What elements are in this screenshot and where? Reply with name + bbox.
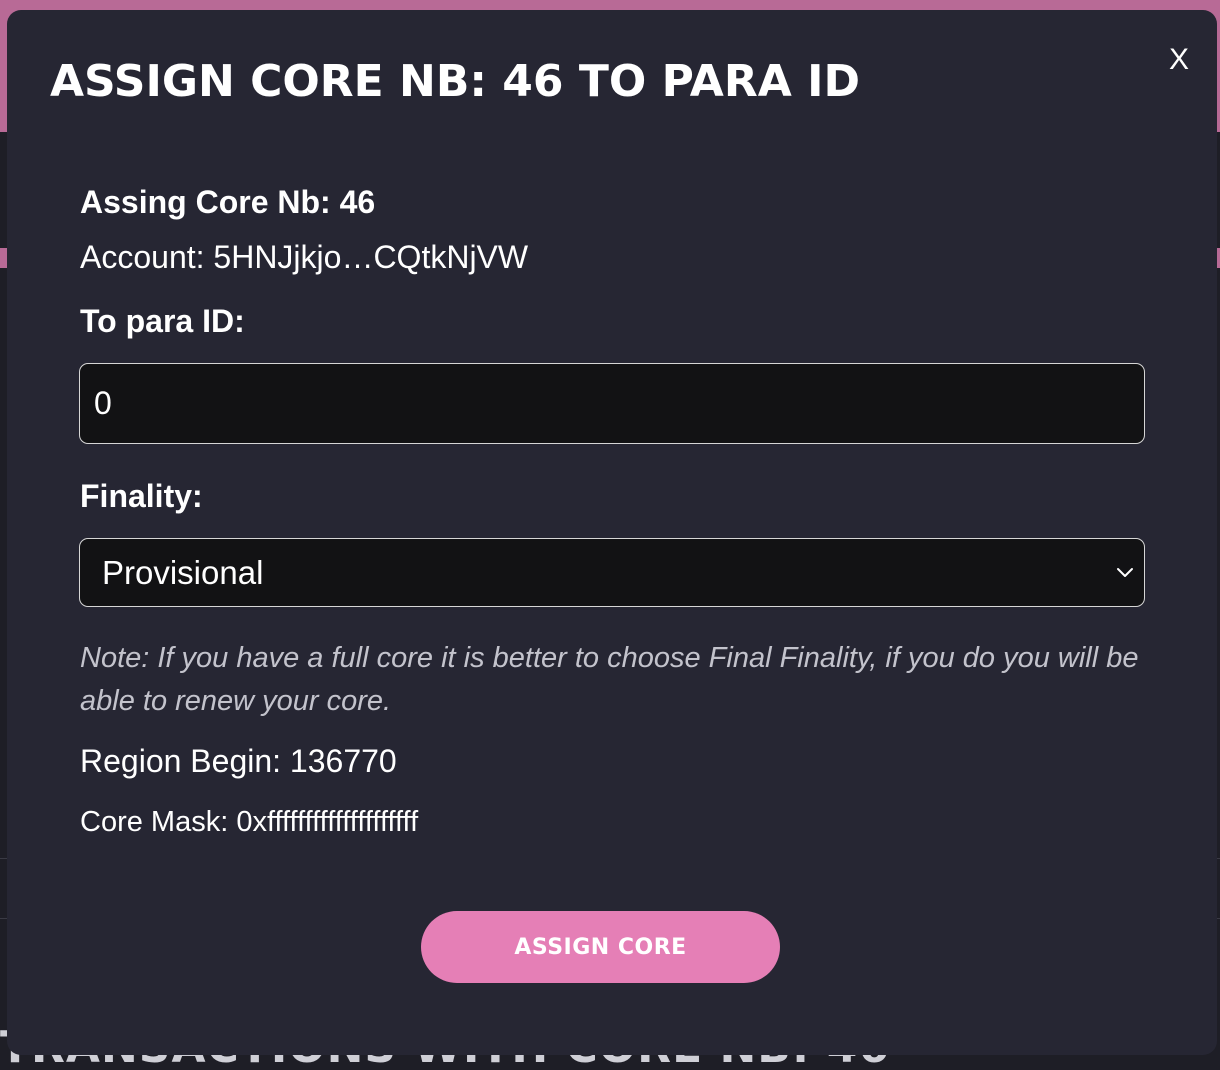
core-mask: Core Mask: 0xffffffffffffffffffff bbox=[80, 806, 419, 838]
assign-core-modal: ASSIGN CORE NB: 46 TO PARA ID X Assing C… bbox=[7, 10, 1217, 1055]
finality-label: Finality: bbox=[80, 478, 203, 514]
region-begin: Region Begin: 136770 bbox=[80, 743, 397, 779]
finality-selected-value: Provisional bbox=[102, 553, 264, 591]
account-address: Account: 5HNJjkjo…CQtkNjVW bbox=[80, 239, 529, 275]
para-id-label: To para ID: bbox=[80, 303, 245, 339]
finality-select[interactable]: Provisional bbox=[79, 538, 1145, 607]
modal-title: ASSIGN CORE NB: 46 TO PARA ID bbox=[50, 56, 861, 107]
close-icon: X bbox=[1168, 43, 1189, 76]
assign-core-number: Assing Core Nb: 46 bbox=[80, 184, 376, 220]
close-button[interactable]: X bbox=[1165, 40, 1193, 80]
chevron-down-icon bbox=[1117, 568, 1133, 577]
para-id-input[interactable] bbox=[79, 363, 1145, 444]
assign-core-button[interactable]: ASSIGN CORE bbox=[421, 911, 780, 983]
finality-note: Note: If you have a full core it is bett… bbox=[80, 642, 1139, 717]
